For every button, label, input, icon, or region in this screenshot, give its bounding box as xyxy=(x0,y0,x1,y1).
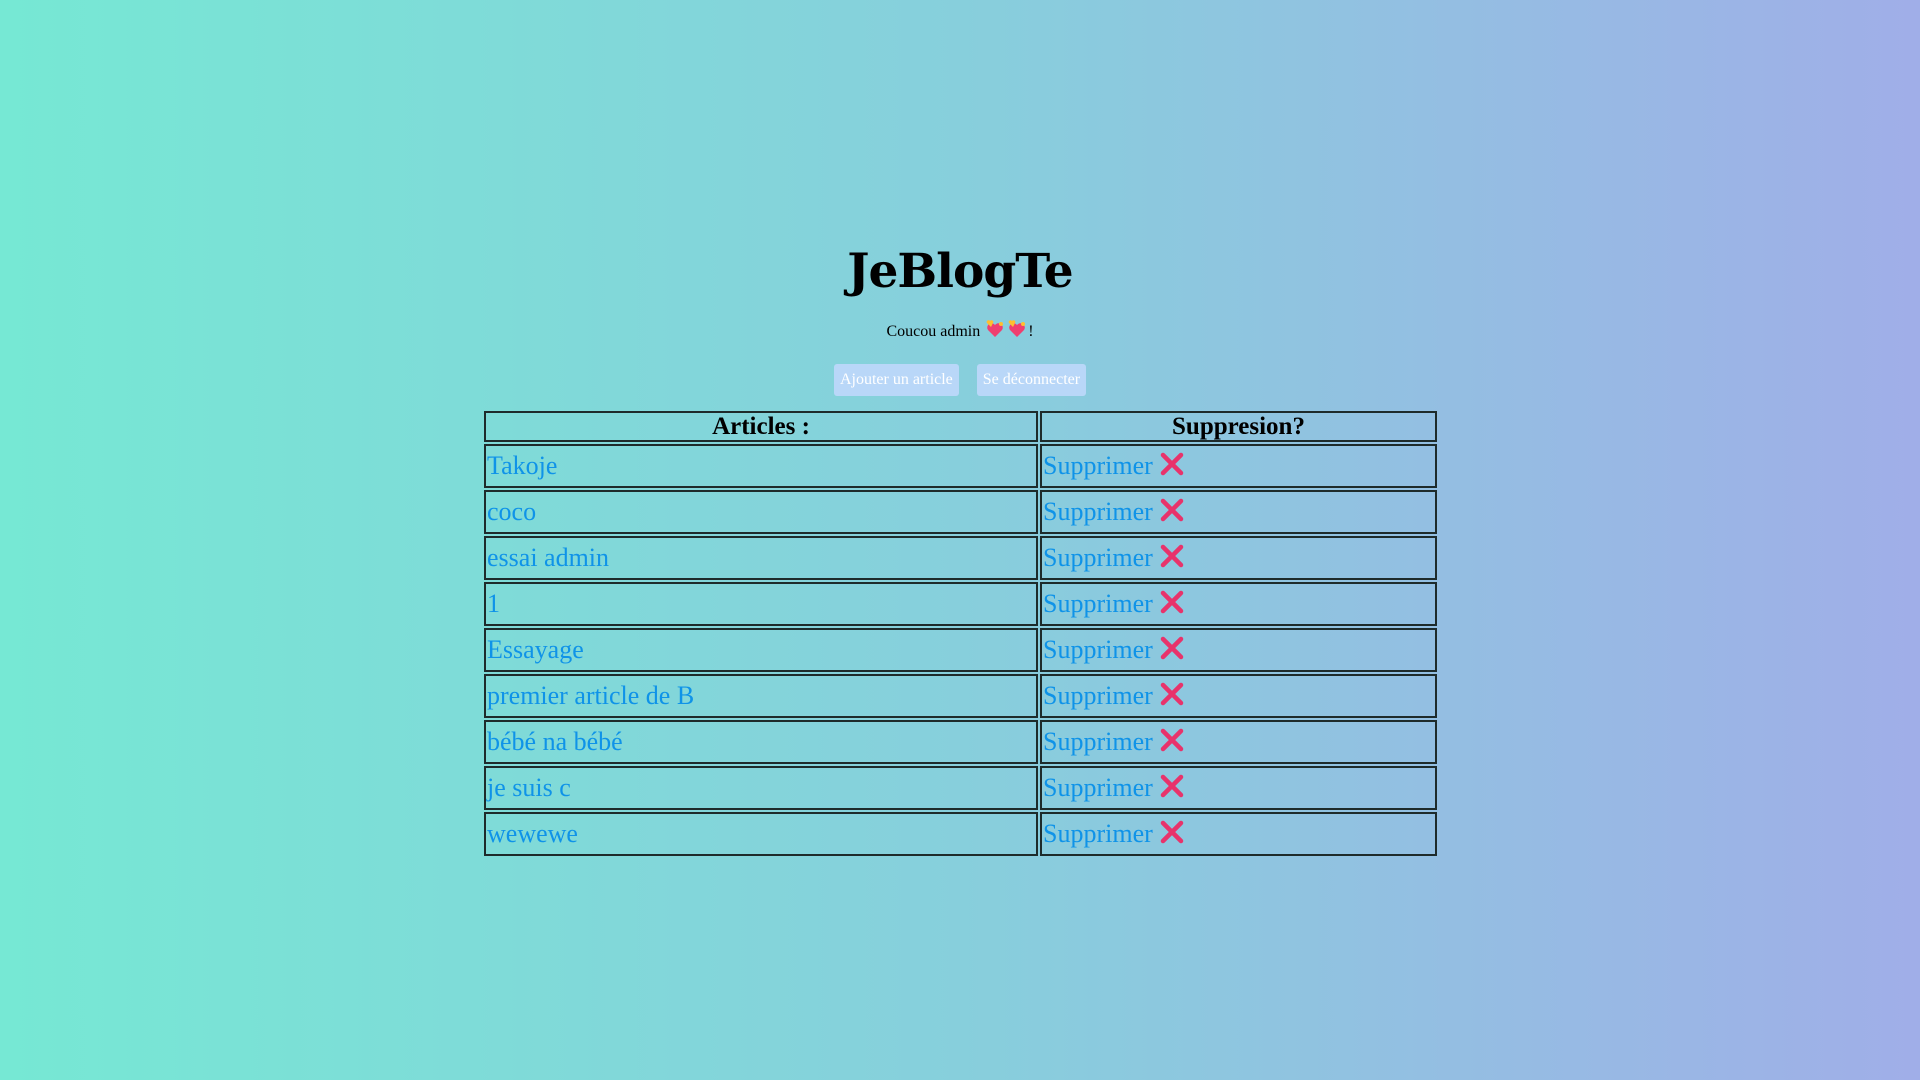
hearts-icon xyxy=(986,320,1004,337)
delete-label: Supprimer xyxy=(1043,727,1153,756)
table-row: Essayage Supprimer xyxy=(484,628,1437,672)
cross-mark-icon xyxy=(1160,636,1184,660)
cross-mark-icon xyxy=(1160,728,1184,752)
article-cell: Essayage xyxy=(484,628,1038,672)
cross-mark-icon xyxy=(1160,820,1184,844)
delete-link[interactable]: Supprimer xyxy=(1043,451,1185,480)
article-link[interactable]: 1 xyxy=(487,589,500,618)
delete-label: Supprimer xyxy=(1043,451,1153,480)
cross-mark-icon xyxy=(1160,682,1184,706)
greeting-text: Coucou admin xyxy=(886,323,981,340)
greeting: Coucou admin ! xyxy=(0,320,1920,344)
delete-cell: Supprimer xyxy=(1040,674,1437,718)
add-article-button[interactable]: Ajouter un article xyxy=(833,364,959,396)
cross-mark-icon xyxy=(1160,544,1184,568)
delete-link[interactable]: Supprimer xyxy=(1043,681,1185,710)
delete-cell: Supprimer xyxy=(1040,444,1437,488)
article-cell: wewewe xyxy=(484,812,1038,856)
article-cell: Takoje xyxy=(484,444,1038,488)
page-title: JeBlogTe xyxy=(847,244,1073,299)
article-link[interactable]: Takoje xyxy=(487,451,557,480)
article-cell: essai admin xyxy=(484,536,1038,580)
delete-link[interactable]: Supprimer xyxy=(1043,589,1185,618)
article-cell: bébé na bébé xyxy=(484,720,1038,764)
delete-link[interactable]: Supprimer xyxy=(1043,497,1185,526)
delete-cell: Supprimer xyxy=(1040,766,1437,810)
delete-link[interactable]: Supprimer xyxy=(1043,773,1185,802)
article-cell: je suis c xyxy=(484,766,1038,810)
delete-cell: Supprimer xyxy=(1040,720,1437,764)
delete-cell: Supprimer xyxy=(1040,536,1437,580)
table-row: premier article de B Supprimer xyxy=(484,674,1437,718)
delete-link[interactable]: Supprimer xyxy=(1043,543,1185,572)
delete-label: Supprimer xyxy=(1043,497,1153,526)
delete-cell: Supprimer xyxy=(1040,628,1437,672)
cross-mark-icon xyxy=(1160,590,1184,614)
logout-button[interactable]: Se déconnecter xyxy=(976,364,1087,396)
cross-mark-icon xyxy=(1160,774,1184,798)
articles-column-header: Articles : xyxy=(484,411,1038,442)
article-link[interactable]: premier article de B xyxy=(487,681,694,710)
table-row: bébé na bébé Supprimer xyxy=(484,720,1437,764)
table-row: wewewe Supprimer xyxy=(484,812,1437,856)
delete-label: Supprimer xyxy=(1043,773,1153,802)
article-link[interactable]: Essayage xyxy=(487,635,584,664)
cross-mark-icon xyxy=(1160,498,1184,522)
article-cell: 1 xyxy=(484,582,1038,626)
delete-label: Supprimer xyxy=(1043,543,1153,572)
articles-table: Articles : Suppresion? Takoje Supprimer … xyxy=(481,408,1440,859)
table-row: 1 Supprimer xyxy=(484,582,1437,626)
table-row: essai admin Supprimer xyxy=(484,536,1437,580)
delete-link[interactable]: Supprimer xyxy=(1043,727,1185,756)
table-row: je suis c Supprimer xyxy=(484,766,1437,810)
delete-label: Supprimer xyxy=(1043,589,1153,618)
delete-label: Supprimer xyxy=(1043,681,1153,710)
article-link[interactable]: je suis c xyxy=(487,773,571,802)
article-cell: premier article de B xyxy=(484,674,1038,718)
delete-column-header: Suppresion? xyxy=(1040,411,1437,442)
delete-cell: Supprimer xyxy=(1040,490,1437,534)
table-row: coco Supprimer xyxy=(484,490,1437,534)
delete-link[interactable]: Supprimer xyxy=(1043,635,1185,664)
table-row: Takoje Supprimer xyxy=(484,444,1437,488)
delete-cell: Supprimer xyxy=(1040,582,1437,626)
article-link[interactable]: wewewe xyxy=(487,819,578,848)
delete-label: Supprimer xyxy=(1043,635,1153,664)
action-bar: Ajouter un article Se déconnecter xyxy=(0,364,1920,396)
table-header-row: Articles : Suppresion? xyxy=(484,411,1437,442)
delete-link[interactable]: Supprimer xyxy=(1043,819,1185,848)
article-cell: coco xyxy=(484,490,1038,534)
delete-cell: Supprimer xyxy=(1040,812,1437,856)
article-link[interactable]: bébé na bébé xyxy=(487,727,623,756)
delete-label: Supprimer xyxy=(1043,819,1153,848)
hearts-icon xyxy=(1008,320,1026,337)
cross-mark-icon xyxy=(1160,452,1184,476)
article-link[interactable]: coco xyxy=(487,497,536,526)
greeting-exclamation: ! xyxy=(1028,323,1034,340)
article-link[interactable]: essai admin xyxy=(487,543,609,572)
